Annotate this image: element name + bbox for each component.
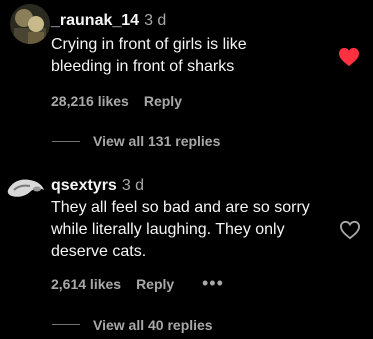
comment-author-line: qsextyrs 3 d <box>51 176 144 196</box>
replies-divider <box>52 324 80 325</box>
likes-count[interactable]: 2,614 likes <box>51 275 121 293</box>
comment-text: Crying in front of girls is like bleedin… <box>51 34 247 78</box>
comment-2: qsextyrs 3 d They all feel so bad and are… <box>0 160 373 339</box>
comment-text-line: They all feel so bad and are so sorry <box>51 199 310 216</box>
view-replies-button[interactable]: View all 40 replies <box>93 316 213 334</box>
username[interactable]: qsextyrs <box>51 177 117 194</box>
more-options-button[interactable]: ••• <box>202 274 224 292</box>
reply-button[interactable]: Reply <box>136 275 174 293</box>
replies-divider <box>52 141 80 142</box>
comment-text-line: deserve cats. <box>51 243 147 260</box>
timestamp: 3 d <box>121 177 145 194</box>
comment-meta: 2,614 likes Reply <box>51 275 174 293</box>
comment-meta: 28,216 likes Reply <box>51 92 182 110</box>
comment-1: _raunak_14 3 d Crying in front of girls i… <box>0 0 373 160</box>
view-replies-button[interactable]: View all 131 replies <box>93 132 220 150</box>
heart-outline-icon[interactable] <box>339 220 361 240</box>
avatar[interactable] <box>10 4 50 44</box>
avatar[interactable] <box>4 170 46 206</box>
comment-text-line: while literally laughing. They only <box>51 221 285 238</box>
comment-text-line: Crying in front of girls is like <box>51 36 247 53</box>
likes-count[interactable]: 28,216 likes <box>51 92 129 110</box>
reply-button[interactable]: Reply <box>144 92 182 110</box>
timestamp: 3 d <box>144 12 167 29</box>
comment-text: They all feel so bad and are so sorry wh… <box>51 197 310 263</box>
comment-author-line: _raunak_14 3 d <box>51 11 166 31</box>
comment-text-line: bleeding in front of sharks <box>51 58 235 75</box>
username[interactable]: _raunak_14 <box>51 12 139 29</box>
heart-filled-icon[interactable] <box>338 47 360 67</box>
